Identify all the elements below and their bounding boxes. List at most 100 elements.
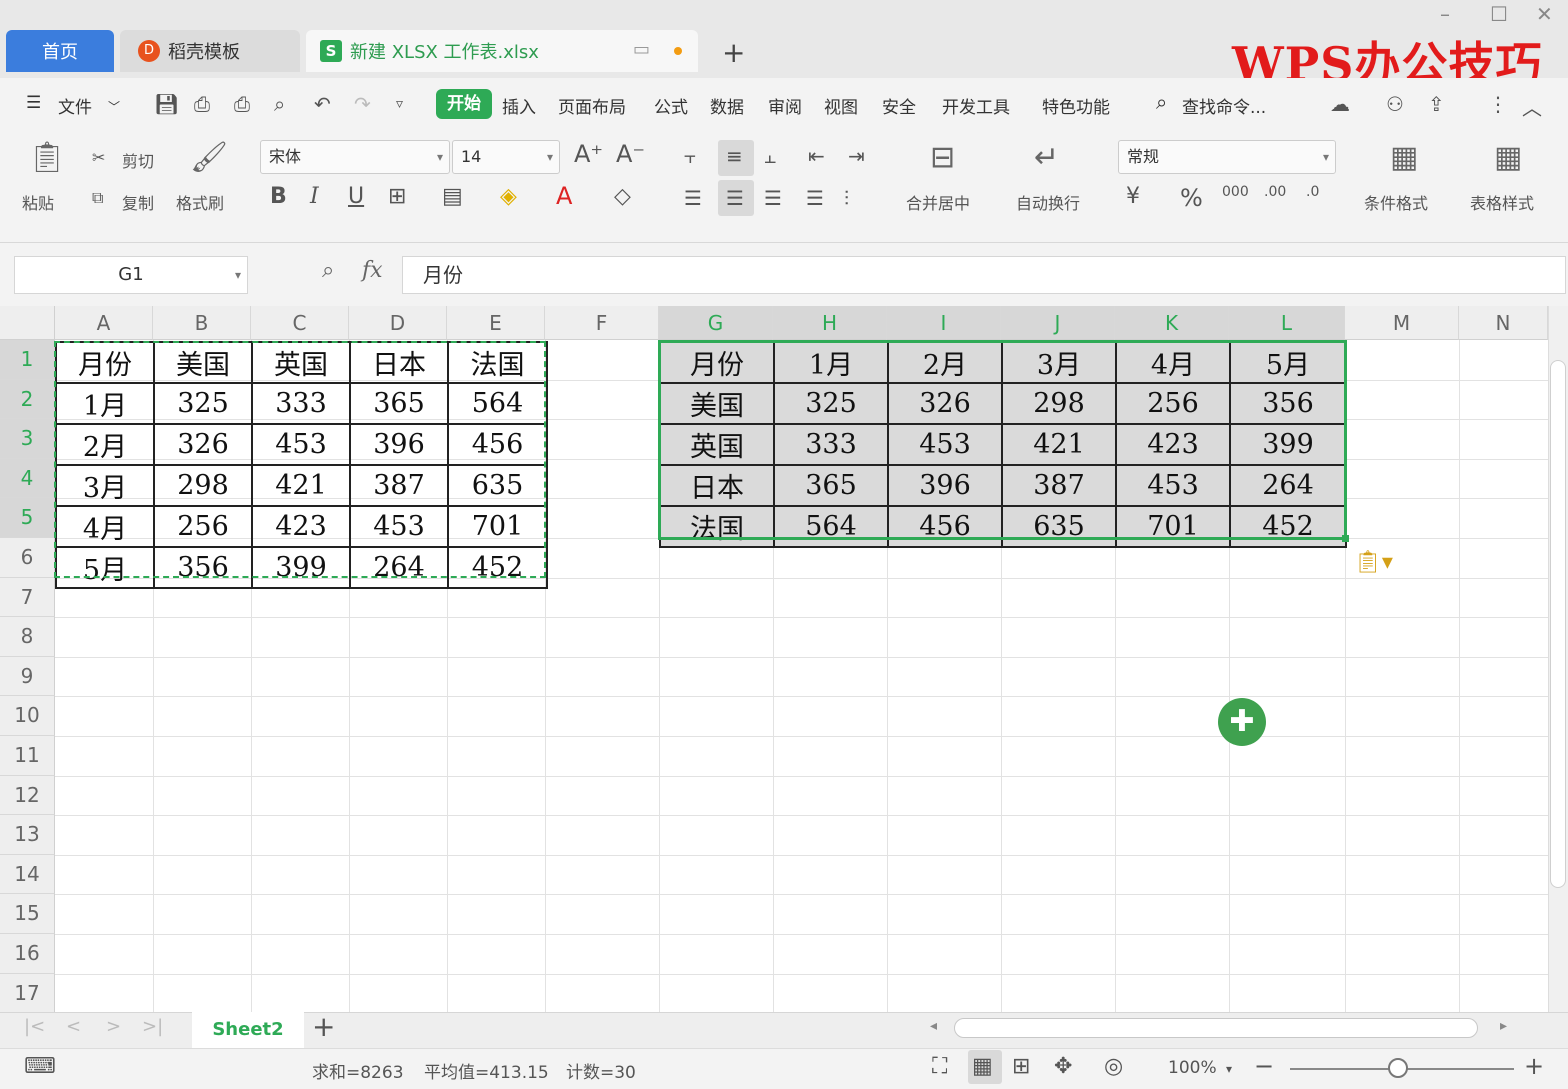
reading-mode-icon[interactable]: ✥ [1054,1054,1072,1079]
menu-insert[interactable]: 插入 [502,93,536,118]
table-cell[interactable]: 333 [773,423,889,466]
align-right-icon[interactable]: ☰ [764,186,782,210]
zoom-dropdown-icon[interactable]: ▾ [1226,1062,1232,1076]
table-cell[interactable]: 英国 [251,341,351,384]
table-cell[interactable]: 452 [447,546,548,589]
table-cell[interactable]: 453 [349,505,449,548]
merge-center-button[interactable]: 合并居中 [906,190,970,214]
table-cell[interactable]: 5月 [1229,341,1347,384]
table-cell[interactable]: 英国 [659,423,775,466]
menu-developer[interactable]: 开发工具 [942,93,1010,118]
table-cell[interactable]: 月份 [55,341,155,384]
font-size-select[interactable]: 14 ▾ [452,140,560,174]
table-cell[interactable]: 3月 [55,464,155,507]
table-cell[interactable]: 423 [251,505,351,548]
menu-data[interactable]: 数据 [710,93,744,118]
cut-icon[interactable]: ✂ [92,148,105,167]
table-cell[interactable]: 2月 [55,423,155,466]
table-cell[interactable]: 4月 [55,505,155,548]
normal-view-icon[interactable]: ▦ [972,1054,993,1079]
last-sheet-icon[interactable]: >| [142,1016,163,1037]
table-style-icon[interactable]: ▦ [1494,140,1522,175]
justify-icon[interactable]: ☰ [806,186,824,210]
table-cell[interactable]: 1月 [55,382,155,425]
thousands-icon[interactable]: 000 [1222,184,1249,200]
column-header-n[interactable]: N [1459,306,1548,340]
column-header-m[interactable]: M [1345,306,1459,340]
italic-button[interactable]: I [310,184,319,209]
table-cell[interactable]: 453 [887,423,1003,466]
auto-wrap-icon[interactable]: ↵ [1034,140,1059,175]
prev-sheet-icon[interactable]: < [66,1016,81,1037]
more-icon[interactable]: ⋮ [1488,92,1508,116]
chevron-down-icon[interactable]: ﹀ [108,98,120,115]
new-tab-button[interactable]: + [722,36,745,69]
horizontal-scroll-thumb[interactable] [954,1018,1478,1038]
row-header-12[interactable]: 12 [0,775,55,816]
row-header-4[interactable]: 4 [0,458,55,499]
zoom-slider-thumb[interactable] [1388,1058,1408,1078]
fullscreen-icon[interactable]: ⛶ [932,1054,947,1079]
scroll-left-icon[interactable]: ◂ [930,1018,937,1034]
row-header-11[interactable]: 11 [0,736,55,776]
page-break-icon[interactable]: ⊞ [1012,1054,1030,1079]
table-cell[interactable]: 564 [447,382,548,425]
column-header-j[interactable]: J [1001,306,1115,340]
paste-options-icon[interactable]: 📋︎▾ [1354,550,1393,575]
paste-button[interactable]: 粘贴 [22,190,54,214]
print-icon[interactable]: ⎙ [234,92,250,116]
decrease-font-icon[interactable]: A⁻ [616,140,645,168]
table-cell[interactable]: 法国 [659,505,775,548]
paste-icon[interactable]: 📋︎ [28,140,66,175]
borders-icon[interactable]: ⊞ [388,184,406,209]
search-icon[interactable]: ⌕ [1156,90,1167,114]
tab-home[interactable]: 首页 [6,30,114,72]
format-painter-button[interactable]: 格式刷 [176,190,224,214]
menu-file[interactable]: 文件 [58,93,92,118]
name-box[interactable]: G1 ▾ [14,256,248,294]
sheet-tab-sheet2[interactable]: Sheet2 [192,1012,304,1048]
table-cell[interactable]: 399 [1229,423,1347,466]
table-cell[interactable]: 356 [153,546,253,589]
font-color-icon[interactable]: A [556,182,572,210]
column-header-a[interactable]: A [55,306,153,340]
table-cell[interactable]: 法国 [447,341,548,384]
table-cell[interactable]: 326 [153,423,253,466]
menu-formula[interactable]: 公式 [654,93,688,118]
collaborate-icon[interactable]: ⚇ [1386,92,1404,116]
fill-handle[interactable] [1342,535,1349,542]
save-icon[interactable]: 💾︎ [154,92,179,116]
table-style-button[interactable]: 表格样式 [1470,190,1534,214]
table-cell[interactable]: 423 [1115,423,1231,466]
table-cell[interactable]: 399 [251,546,351,589]
cell-style-icon[interactable]: ▤ [442,184,463,209]
menu-security[interactable]: 安全 [882,93,916,118]
table-cell[interactable]: 月份 [659,341,775,384]
minimize-icon[interactable]: – [1440,2,1450,26]
percent-button[interactable]: % [1180,184,1203,212]
zoom-level[interactable]: 100% [1168,1058,1217,1078]
table-cell[interactable]: 325 [153,382,253,425]
column-header-d[interactable]: D [349,306,447,340]
increase-indent-icon[interactable]: ⇥ [848,144,865,168]
row-header-8[interactable]: 8 [0,617,55,657]
clear-icon[interactable]: ◇ [614,184,631,209]
align-left-icon[interactable]: ☰ [684,186,702,210]
merge-center-icon[interactable]: ⊟ [930,140,955,175]
table-cell[interactable]: 日本 [659,464,775,507]
eye-protection-icon[interactable]: ◎ [1104,1054,1123,1079]
cut-button[interactable]: 剪切 [122,148,154,172]
table-cell[interactable]: 365 [773,464,889,507]
table-cell[interactable]: 3月 [1001,341,1117,384]
table-cell[interactable]: 452 [1229,505,1347,548]
auto-wrap-button[interactable]: 自动换行 [1016,190,1080,214]
row-header-9[interactable]: 9 [0,656,55,697]
column-header-l[interactable]: L [1229,306,1345,340]
row-header-13[interactable]: 13 [0,815,55,855]
vertical-scroll-thumb[interactable] [1550,360,1566,888]
fx-button[interactable]: fx [362,258,383,283]
table-cell[interactable]: 264 [349,546,449,589]
column-header-k[interactable]: K [1115,306,1229,340]
zoom-formula-icon[interactable]: ⌕ [322,258,334,283]
table-cell[interactable]: 635 [447,464,548,507]
